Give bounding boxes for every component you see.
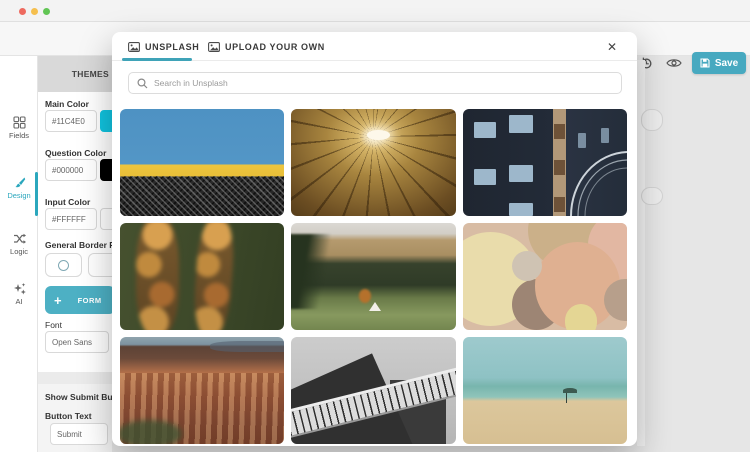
shuffle-icon — [0, 232, 38, 245]
unsplash-photo-1[interactable] — [120, 109, 284, 216]
tab-label: UPLOAD YOUR OWN — [225, 42, 325, 52]
preview-form-button[interactable] — [664, 53, 684, 73]
tab-label: UNSPLASH — [145, 42, 199, 52]
unsplash-photo-2[interactable] — [291, 109, 455, 216]
window-titlebar — [0, 0, 750, 22]
sidebar-item-ai[interactable]: AI — [0, 282, 38, 306]
design-panel: THEMES Main Color #11C4E0 Question Color… — [38, 56, 112, 452]
sidebar-item-label: AI — [0, 297, 38, 306]
submit-button-section: Show Submit Button Button Text Submit — [38, 384, 112, 452]
panel-divider — [38, 372, 112, 384]
input-color-swatch[interactable] — [100, 208, 112, 230]
main-color-input[interactable]: #11C4E0 — [45, 110, 97, 132]
modal-tab-bar: UNSPLASH UPLOAD YOUR OWN — [112, 32, 637, 61]
button-text-label: Button Text — [45, 411, 92, 421]
eye-icon — [666, 57, 682, 69]
input-color-label: Input Color — [45, 197, 90, 207]
tab-upload-your-own[interactable]: UPLOAD YOUR OWN — [208, 32, 325, 61]
question-color-input[interactable]: #000000 — [45, 159, 97, 181]
modal-close-button[interactable]: ✕ — [604, 39, 620, 55]
active-tab-indicator — [122, 58, 192, 61]
unsplash-photo-6[interactable] — [463, 223, 627, 330]
sidebar-item-label: Fields — [0, 131, 38, 140]
paintbrush-icon — [0, 176, 38, 189]
upload-image-icon — [208, 42, 220, 52]
close-icon: ✕ — [607, 40, 617, 54]
sidebar-item-label: Logic — [0, 247, 38, 256]
unsplash-photo-3[interactable] — [463, 109, 627, 216]
font-label: Font — [45, 320, 62, 330]
save-button[interactable]: Save — [692, 52, 746, 74]
image-picker-modal: UNSPLASH UPLOAD YOUR OWN ✕ — [112, 32, 637, 446]
circle-icon — [58, 260, 69, 271]
sparkles-icon — [0, 282, 38, 295]
main-color-swatch[interactable] — [100, 110, 112, 132]
input-color-input[interactable]: #FFFFFF — [45, 208, 97, 230]
window-minimize-button[interactable] — [31, 8, 38, 15]
unsplash-search — [128, 72, 622, 94]
border-radius-label: General Border Radius — [45, 240, 112, 250]
window-zoom-button[interactable] — [43, 8, 50, 15]
sidebar-item-label: Design — [0, 191, 38, 200]
tab-unsplash[interactable]: UNSPLASH — [128, 32, 199, 61]
floppy-disk-icon — [700, 58, 710, 68]
sidebar-item-logic[interactable]: Logic — [0, 232, 38, 256]
plus-icon: + — [54, 293, 62, 308]
question-color-swatch[interactable] — [100, 159, 112, 181]
border-radius-square-option[interactable] — [88, 253, 112, 277]
unsplash-photo-4[interactable] — [120, 223, 284, 330]
background-form-element — [641, 187, 663, 205]
unsplash-photo-7[interactable] — [120, 337, 284, 444]
border-radius-round-option[interactable] — [45, 253, 82, 277]
save-button-label: Save — [715, 58, 738, 69]
themes-tab[interactable]: THEMES — [72, 69, 109, 79]
sidebar-item-fields[interactable]: Fields — [0, 116, 38, 140]
window-close-button[interactable] — [19, 8, 26, 15]
form-image-button[interactable]: + FORM — [45, 286, 112, 314]
sidebar-item-design[interactable]: Design — [0, 176, 38, 200]
search-icon — [137, 78, 148, 89]
form-button-label: FORM — [78, 296, 102, 305]
fields-grid-icon — [0, 116, 38, 129]
image-icon — [128, 42, 140, 52]
main-color-label: Main Color — [45, 99, 89, 109]
question-color-label: Question Color — [45, 148, 106, 158]
design-panel-header: THEMES — [38, 56, 112, 92]
unsplash-photo-grid — [120, 109, 627, 444]
search-input[interactable] — [154, 78, 621, 88]
app-root: My Forms›Tattoo Consent Form — [0, 0, 750, 452]
button-text-input[interactable]: Submit — [50, 423, 108, 445]
background-form-element — [641, 109, 663, 131]
unsplash-photo-8[interactable] — [291, 337, 455, 444]
font-select[interactable]: Open Sans — [45, 331, 109, 353]
show-submit-label: Show Submit Button — [45, 392, 112, 402]
unsplash-photo-9[interactable] — [463, 337, 627, 444]
unsplash-photo-5[interactable] — [291, 223, 455, 330]
builder-sidebar: Fields Design Logic — [0, 56, 38, 452]
